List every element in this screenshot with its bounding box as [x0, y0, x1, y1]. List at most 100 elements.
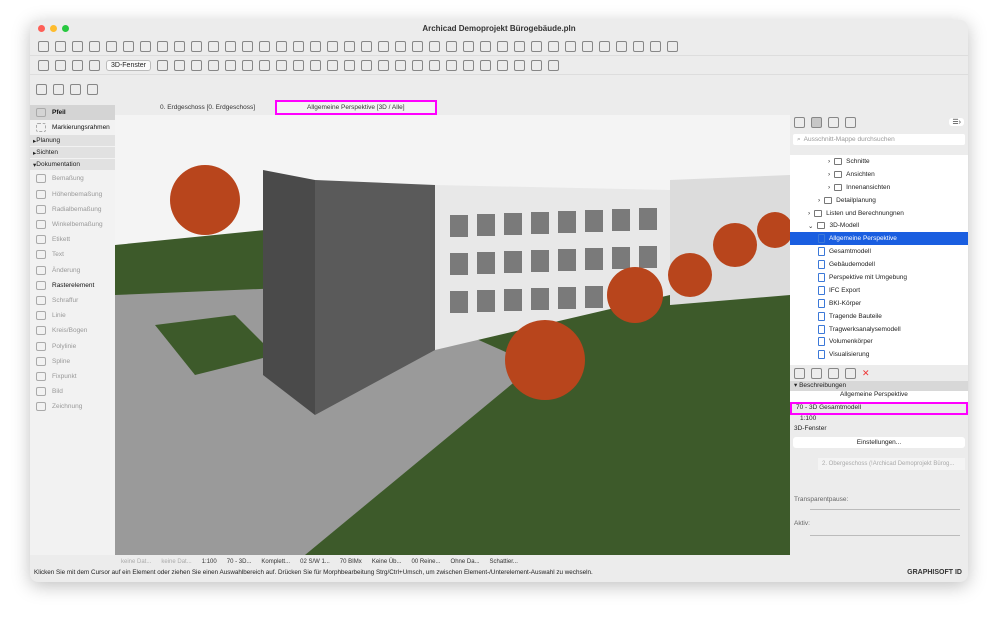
- toolbar-icon[interactable]: [344, 40, 355, 52]
- tool-icon[interactable]: [53, 83, 64, 95]
- toolbar-icon[interactable]: [344, 59, 356, 71]
- toolbar-icon[interactable]: [259, 40, 270, 52]
- toolbar-icon[interactable]: [412, 40, 423, 52]
- tree-item[interactable]: Perspektive mit Umgebung: [790, 271, 968, 284]
- view-name-field[interactable]: Allgemeine Perspektive: [790, 391, 968, 402]
- toolbar-icon[interactable]: [310, 59, 322, 71]
- tool-item[interactable]: Kreis/Bogen: [30, 323, 115, 338]
- toolbar-icon[interactable]: [208, 40, 219, 52]
- tool-icon[interactable]: [89, 59, 100, 71]
- tree-item[interactable]: BKI-Körper: [790, 297, 968, 310]
- tool-item[interactable]: Bemaßung: [30, 171, 115, 186]
- toolbar-icon[interactable]: [650, 40, 661, 52]
- active-slider[interactable]: [810, 535, 960, 536]
- tool-item[interactable]: Linie: [30, 308, 115, 323]
- toolbar-icon[interactable]: [446, 59, 458, 71]
- toolbar-icon[interactable]: [446, 40, 457, 52]
- tool-item[interactable]: Bild: [30, 384, 115, 399]
- 3d-viewport[interactable]: [115, 115, 790, 555]
- status-item[interactable]: Ohne Da...: [451, 559, 480, 565]
- toolbar-icon[interactable]: [157, 59, 169, 71]
- status-item[interactable]: 00 Reine...: [412, 559, 441, 565]
- status-item[interactable]: Komplett...: [261, 559, 290, 565]
- section-planung[interactable]: ▸ Planung: [30, 135, 115, 147]
- chevron-right-icon[interactable]: ›: [818, 197, 820, 204]
- menu-button[interactable]: ☰›: [949, 118, 964, 126]
- new-folder-icon[interactable]: [828, 367, 839, 379]
- toolbar-icon[interactable]: [293, 59, 305, 71]
- tree-item[interactable]: IFC Export: [790, 284, 968, 297]
- tree-item[interactable]: › Schnitte: [790, 155, 968, 168]
- toolbar-icon[interactable]: [72, 40, 83, 52]
- toolbar-icon[interactable]: [412, 59, 424, 71]
- tool-item[interactable]: Schraffur: [30, 293, 115, 308]
- source-view[interactable]: 2. Obergeschoss (!Archicad Demoprojekt B…: [818, 458, 965, 470]
- toolbar-icon[interactable]: [480, 40, 491, 52]
- toolbar-icon[interactable]: [174, 40, 185, 52]
- toolbar-icon[interactable]: [327, 59, 339, 71]
- toolbar-icon[interactable]: [140, 40, 151, 52]
- toolbar-icon[interactable]: [174, 59, 186, 71]
- tree-item[interactable]: › Innenansichten: [790, 181, 968, 194]
- toolbar-icon[interactable]: [616, 40, 627, 52]
- toolbar-icon[interactable]: [480, 59, 492, 71]
- tool-item[interactable]: Änderung: [30, 263, 115, 278]
- toolbar-icon[interactable]: [378, 40, 389, 52]
- tool-item[interactable]: Spline: [30, 354, 115, 369]
- toolbar-icon[interactable]: [276, 59, 288, 71]
- layout-book-icon[interactable]: [828, 116, 839, 128]
- close-button[interactable]: [38, 25, 45, 32]
- chevron-right-icon[interactable]: ›: [828, 184, 830, 191]
- tool-item[interactable]: Polylinie: [30, 338, 115, 353]
- tool-item[interactable]: Zeichnung: [30, 399, 115, 414]
- tree-item[interactable]: › Listen und Berechnungnen: [790, 207, 968, 220]
- minimize-button[interactable]: [50, 25, 57, 32]
- delete-icon[interactable]: ✕: [862, 368, 870, 379]
- toolbar-icon[interactable]: [667, 40, 678, 52]
- status-item[interactable]: 1:100: [202, 559, 217, 565]
- tree-item[interactable]: › Detailplanung: [790, 194, 968, 207]
- toolbar-icon[interactable]: [429, 59, 441, 71]
- graphisoft-id[interactable]: GRAPHISOFT ID: [907, 569, 962, 576]
- toolbar-icon[interactable]: [565, 40, 576, 52]
- toolbar-icon[interactable]: [361, 40, 372, 52]
- toolbar-icon[interactable]: [463, 40, 474, 52]
- tree-item[interactable]: Tragende Bauteile: [790, 310, 968, 323]
- layer-combination[interactable]: 70 - 3D Gesamtmodell: [790, 402, 968, 415]
- tool-icon[interactable]: [72, 59, 83, 71]
- project-map-icon[interactable]: [794, 116, 805, 128]
- toolbar-icon[interactable]: [514, 40, 525, 52]
- chevron-down-icon[interactable]: ⌄: [808, 222, 813, 230]
- chevron-right-icon[interactable]: ›: [828, 171, 830, 178]
- tree-item[interactable]: Gebäudemodell: [790, 258, 968, 271]
- toolbar-icon[interactable]: [225, 40, 236, 52]
- section-dokumentation[interactable]: ▾ Dokumentation: [30, 159, 115, 171]
- tree-item[interactable]: Tragwerksanalysemodell: [790, 323, 968, 336]
- 3d-window-button[interactable]: 3D-Fenster: [106, 59, 152, 71]
- settings-icon[interactable]: [845, 367, 856, 379]
- toolbar-icon[interactable]: [548, 59, 560, 71]
- tree-item[interactable]: Volumenkörper: [790, 335, 968, 348]
- status-item[interactable]: 02 S/W 1...: [300, 559, 330, 565]
- toolbar-icon[interactable]: [395, 40, 406, 52]
- toolbar-icon[interactable]: [191, 40, 202, 52]
- chevron-right-icon[interactable]: ›: [808, 210, 810, 217]
- status-item[interactable]: Keine Üb...: [372, 559, 402, 565]
- toolbar-icon[interactable]: [395, 59, 407, 71]
- tool-item[interactable]: Rasterelement: [30, 278, 115, 293]
- new-view-icon[interactable]: [794, 367, 805, 379]
- toolbar-icon[interactable]: [208, 59, 220, 71]
- status-item[interactable]: 70 BIMx: [340, 559, 362, 565]
- tree-item[interactable]: ⌄ 3D-Modell: [790, 219, 968, 232]
- toolbar-icon[interactable]: [514, 59, 526, 71]
- tab-3d-perspective[interactable]: Allgemeine Perspektive [3D / Alle]: [275, 100, 437, 115]
- toolbar-icon[interactable]: [157, 40, 168, 52]
- toolbar-icon[interactable]: [106, 40, 117, 52]
- scale-value[interactable]: 1:100: [790, 415, 968, 425]
- zoom-button[interactable]: [62, 25, 69, 32]
- tool-item[interactable]: Fixpunkt: [30, 369, 115, 384]
- status-item[interactable]: keine Dat...: [161, 559, 191, 565]
- tool-icon[interactable]: [55, 59, 66, 71]
- transparency-slider[interactable]: [810, 509, 960, 510]
- toolbar-icon[interactable]: [497, 40, 508, 52]
